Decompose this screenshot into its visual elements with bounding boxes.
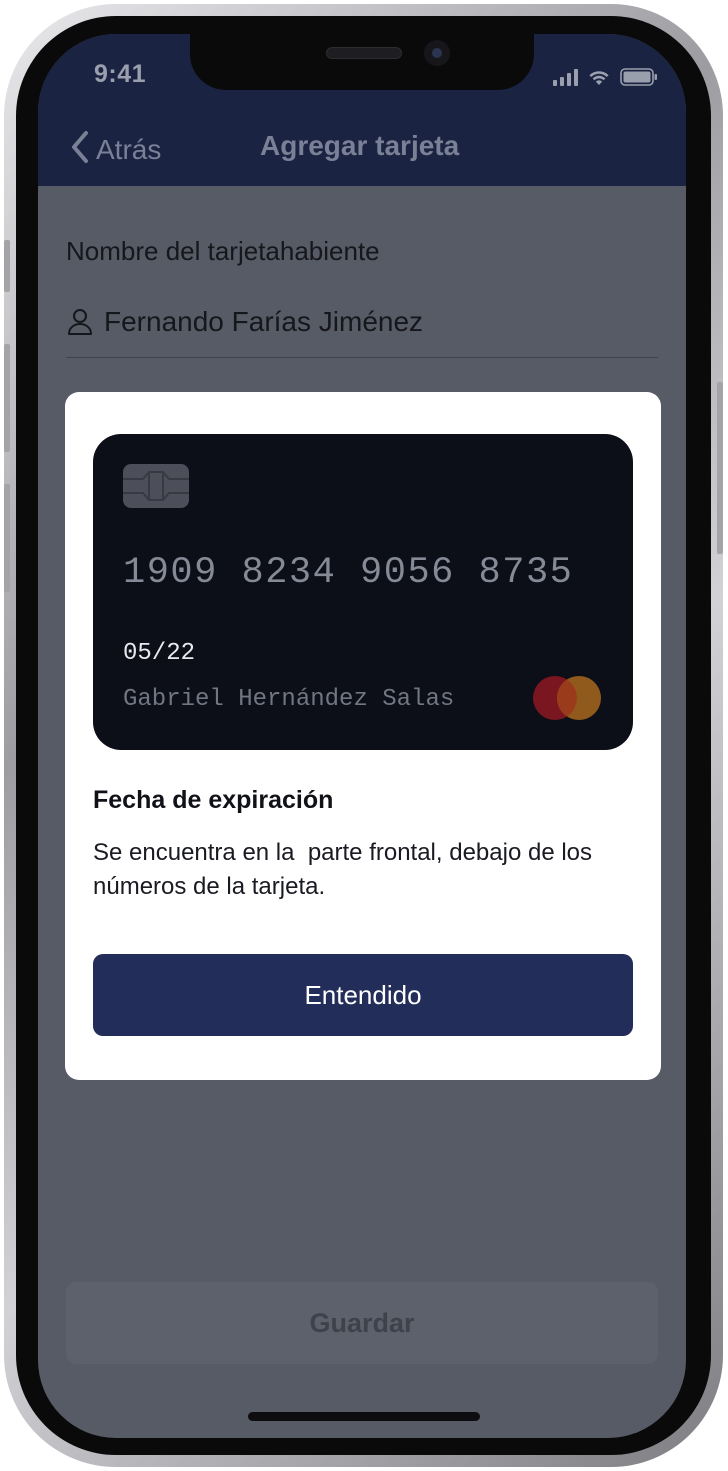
power-button bbox=[717, 382, 723, 554]
app-screen: 9:41 Atrás Agregar tarjeta Nombre del ta… bbox=[38, 34, 686, 1438]
silent-switch bbox=[4, 240, 10, 292]
cardholder-value: Fernando Farías Jiménez bbox=[104, 306, 424, 337]
home-indicator bbox=[248, 1412, 480, 1421]
volume-up-button bbox=[4, 344, 10, 452]
modal-title: Fecha de expiración bbox=[93, 786, 334, 814]
save-label: Guardar bbox=[309, 1307, 415, 1338]
status-time: 9:41 bbox=[94, 60, 147, 88]
battery-icon bbox=[620, 68, 658, 86]
understood-button[interactable]: Entendido bbox=[93, 954, 633, 1036]
navigation-header: 9:41 Atrás Agregar tarjeta bbox=[38, 34, 686, 186]
save-button[interactable]: Guardar bbox=[66, 1282, 658, 1364]
cellular-signal-icon bbox=[553, 68, 578, 86]
card-number: 1909 8234 9056 8735 bbox=[123, 552, 574, 594]
mastercard-logo bbox=[529, 674, 605, 722]
card-holder-name: Gabriel Hernández Salas bbox=[123, 686, 455, 713]
card-expiry-date: 05/22 bbox=[123, 640, 196, 667]
expiry-info-modal: 1909 8234 9056 8735 05/22 Gabriel Hernán… bbox=[65, 392, 661, 1080]
device-notch bbox=[190, 34, 534, 90]
back-button[interactable]: Atrás bbox=[70, 130, 161, 169]
front-camera bbox=[424, 40, 450, 66]
credit-card-preview: 1909 8234 9056 8735 05/22 Gabriel Hernán… bbox=[93, 434, 633, 750]
card-chip-icon bbox=[123, 464, 189, 508]
user-icon bbox=[66, 304, 94, 343]
cardholder-field[interactable]: Fernando Farías Jiménez bbox=[66, 304, 658, 358]
earpiece-speaker bbox=[326, 47, 402, 59]
chevron-left-icon bbox=[70, 130, 90, 169]
cardholder-label: Nombre del tarjetahabiente bbox=[66, 236, 380, 266]
page-title: Agregar tarjeta bbox=[260, 130, 460, 161]
volume-down-button bbox=[4, 484, 10, 592]
modal-description: Se encuentra en la parte frontal, debajo… bbox=[93, 839, 599, 900]
wifi-icon bbox=[587, 68, 611, 86]
understood-label: Entendido bbox=[304, 979, 422, 1010]
back-label: Atrás bbox=[96, 133, 162, 165]
status-icons bbox=[553, 64, 658, 86]
